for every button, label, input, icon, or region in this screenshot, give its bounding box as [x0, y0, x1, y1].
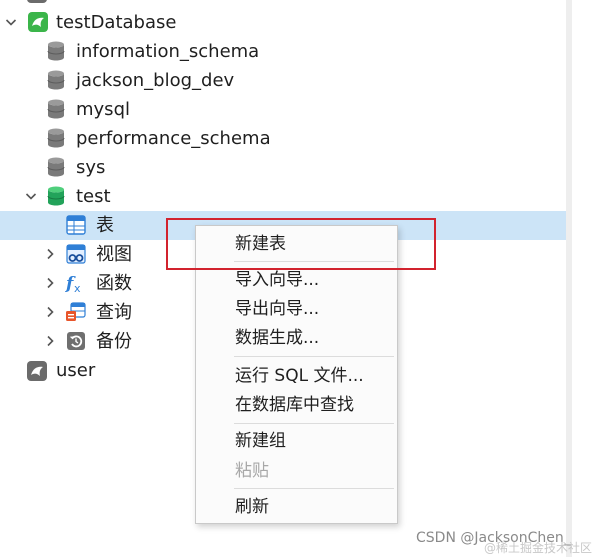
database-cylinder-icon: [45, 69, 67, 91]
table-grid-icon: [65, 214, 87, 236]
tree-node-label: 函数: [96, 273, 132, 294]
dolphin-connection-icon: [27, 11, 49, 33]
database-cylinder-icon: [45, 156, 67, 178]
database-label: sys: [76, 157, 106, 178]
tree-row-connection-testdatabase[interactable]: testDatabase: [0, 8, 566, 37]
menu-separator: [234, 488, 394, 489]
menu-item-find-in-database[interactable]: 在数据库中查找: [196, 391, 397, 419]
watermark: CSDN @JacksonChen_ @稀土掘金技术社区: [416, 528, 592, 555]
database-cylinder-icon: [45, 127, 67, 149]
backup-restore-icon: [65, 330, 87, 352]
connection-label: user: [56, 360, 96, 381]
query-icon: [65, 301, 87, 323]
tree-row-database-test[interactable]: test: [0, 182, 566, 211]
database-label: mysql: [76, 99, 130, 120]
chevron-right-icon[interactable]: [44, 248, 56, 260]
database-label: test: [76, 186, 111, 207]
tree-row-database[interactable]: information_schema: [0, 37, 566, 66]
tree-row-database[interactable]: jackson_blog_dev: [0, 66, 566, 95]
tree-node-label: 查询: [96, 302, 132, 323]
navicat-object-tree: testDatabase information_schema jackson_…: [0, 0, 610, 557]
database-label: jackson_blog_dev: [76, 70, 235, 91]
view-glasses-icon: [65, 243, 87, 265]
menu-item-import-wizard[interactable]: 导入向导...: [196, 266, 397, 294]
fx-function-icon: fx: [65, 272, 87, 294]
chevron-right-icon[interactable]: [44, 335, 56, 347]
menu-item-export-wizard[interactable]: 导出向导...: [196, 295, 397, 323]
vertical-scrollbar[interactable]: [566, 0, 572, 557]
menu-item-run-sql-file[interactable]: 运行 SQL 文件...: [196, 362, 397, 390]
tree-node-label: 备份: [96, 331, 132, 352]
menu-item-data-generation[interactable]: 数据生成...: [196, 324, 397, 352]
menu-separator: [234, 423, 394, 424]
database-cylinder-icon: [45, 185, 67, 207]
watermark-faint-text: @稀土掘金技术社区: [484, 541, 593, 555]
dolphin-connection-icon: [26, 360, 48, 382]
chevron-right-icon[interactable]: [44, 306, 56, 318]
connection-label: testDatabase: [56, 12, 177, 33]
tree-row-database[interactable]: performance_schema: [0, 124, 566, 153]
database-cylinder-icon: [45, 40, 67, 62]
chevron-down-icon[interactable]: [5, 16, 17, 28]
svg-text:x: x: [74, 282, 81, 294]
database-label: information_schema: [76, 41, 260, 62]
tree-row-database[interactable]: mysql: [0, 95, 566, 124]
tree-node-label: 视图: [96, 244, 132, 265]
tree-node-label: 表: [96, 215, 114, 236]
menu-item-new-group[interactable]: 新建组: [196, 427, 397, 455]
menu-separator: [234, 356, 394, 357]
menu-separator: [234, 261, 394, 262]
chevron-down-icon[interactable]: [25, 190, 37, 202]
database-label: performance_schema: [76, 128, 271, 149]
menu-item-paste: 粘贴: [235, 461, 269, 481]
context-menu: 新建表 导入向导... 导出向导... 数据生成... 运行 SQL 文件...…: [195, 225, 398, 524]
menu-item-new-table[interactable]: 新建表: [196, 230, 397, 258]
database-cylinder-icon: [45, 98, 67, 120]
tree-row-database[interactable]: sys: [0, 153, 566, 182]
menu-item-refresh[interactable]: 刷新: [196, 493, 397, 521]
dolphin-connection-icon: [26, 0, 48, 4]
chevron-right-icon[interactable]: [44, 277, 56, 289]
tree-row-previous-connection[interactable]: [0, 0, 566, 7]
